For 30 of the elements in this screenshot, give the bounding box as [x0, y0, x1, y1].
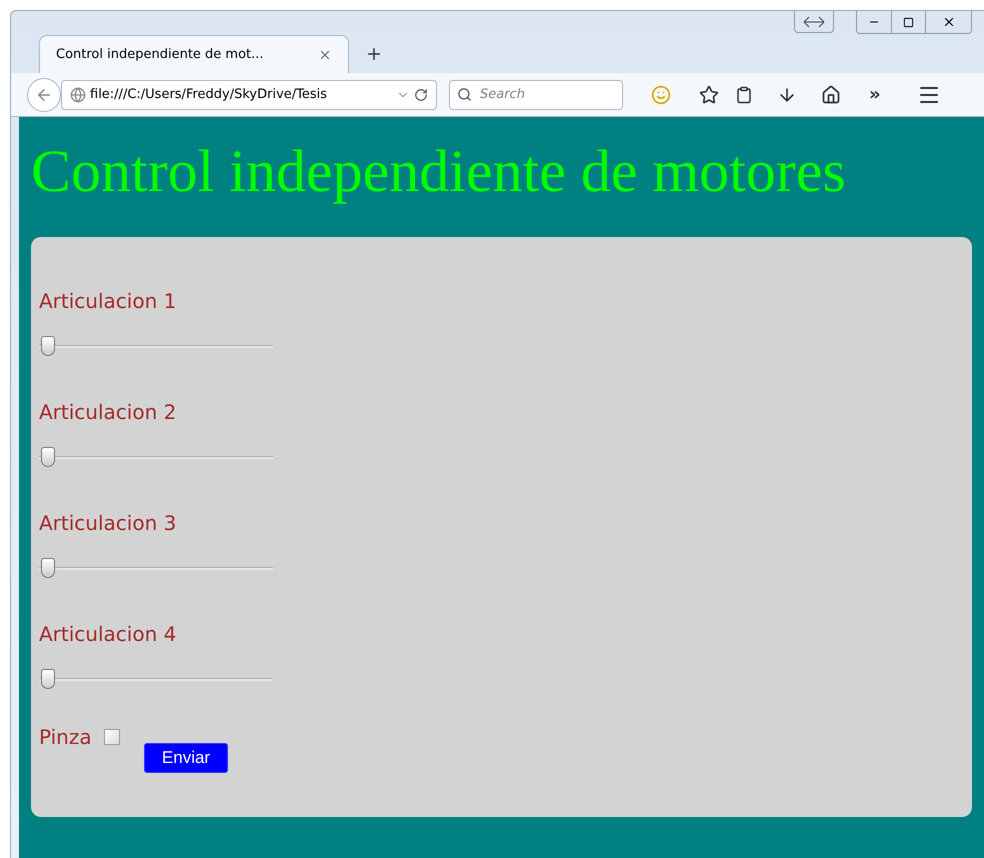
slider-thumb[interactable] [41, 336, 55, 356]
address-bar[interactable]: file:///C:/Users/Freddy/SkyDrive/Tesis [61, 80, 437, 110]
slider-thumb[interactable] [41, 447, 55, 467]
checkbox-label: Pinza [39, 727, 92, 747]
search-icon [457, 86, 472, 102]
back-button[interactable] [27, 78, 61, 112]
clipboard-icon[interactable] [735, 86, 753, 104]
slider-thumb[interactable] [41, 669, 55, 689]
tab-title: Control independiente de mot... [56, 46, 265, 64]
slider[interactable] [39, 336, 273, 356]
resize-icon[interactable] [794, 11, 834, 33]
slider-label: Articulacion 4 [39, 624, 178, 644]
url-text: file:///C:/Users/Freddy/SkyDrive/Tesis [90, 86, 328, 104]
reload-icon[interactable] [414, 88, 428, 102]
star-icon[interactable] [699, 84, 719, 104]
slider-label: Articulacion 1 [39, 291, 178, 311]
slider-label: Articulacion 3 [39, 513, 178, 533]
globe-icon [70, 86, 86, 102]
slider[interactable] [39, 669, 273, 689]
search-field[interactable]: Search [449, 80, 623, 110]
slider-label: Articulacion 2 [39, 402, 178, 422]
slider[interactable] [39, 558, 273, 578]
checkbox[interactable] [104, 729, 120, 745]
home-icon[interactable] [821, 84, 841, 104]
slider-thumb[interactable] [41, 558, 55, 578]
slider[interactable] [39, 447, 273, 467]
new-tab-icon[interactable] [365, 45, 383, 63]
submit-button[interactable]: Enviar [144, 743, 228, 773]
browser-tab[interactable]: Control independiente de mot... [39, 35, 349, 73]
overflow-button[interactable]: » [869, 81, 881, 108]
